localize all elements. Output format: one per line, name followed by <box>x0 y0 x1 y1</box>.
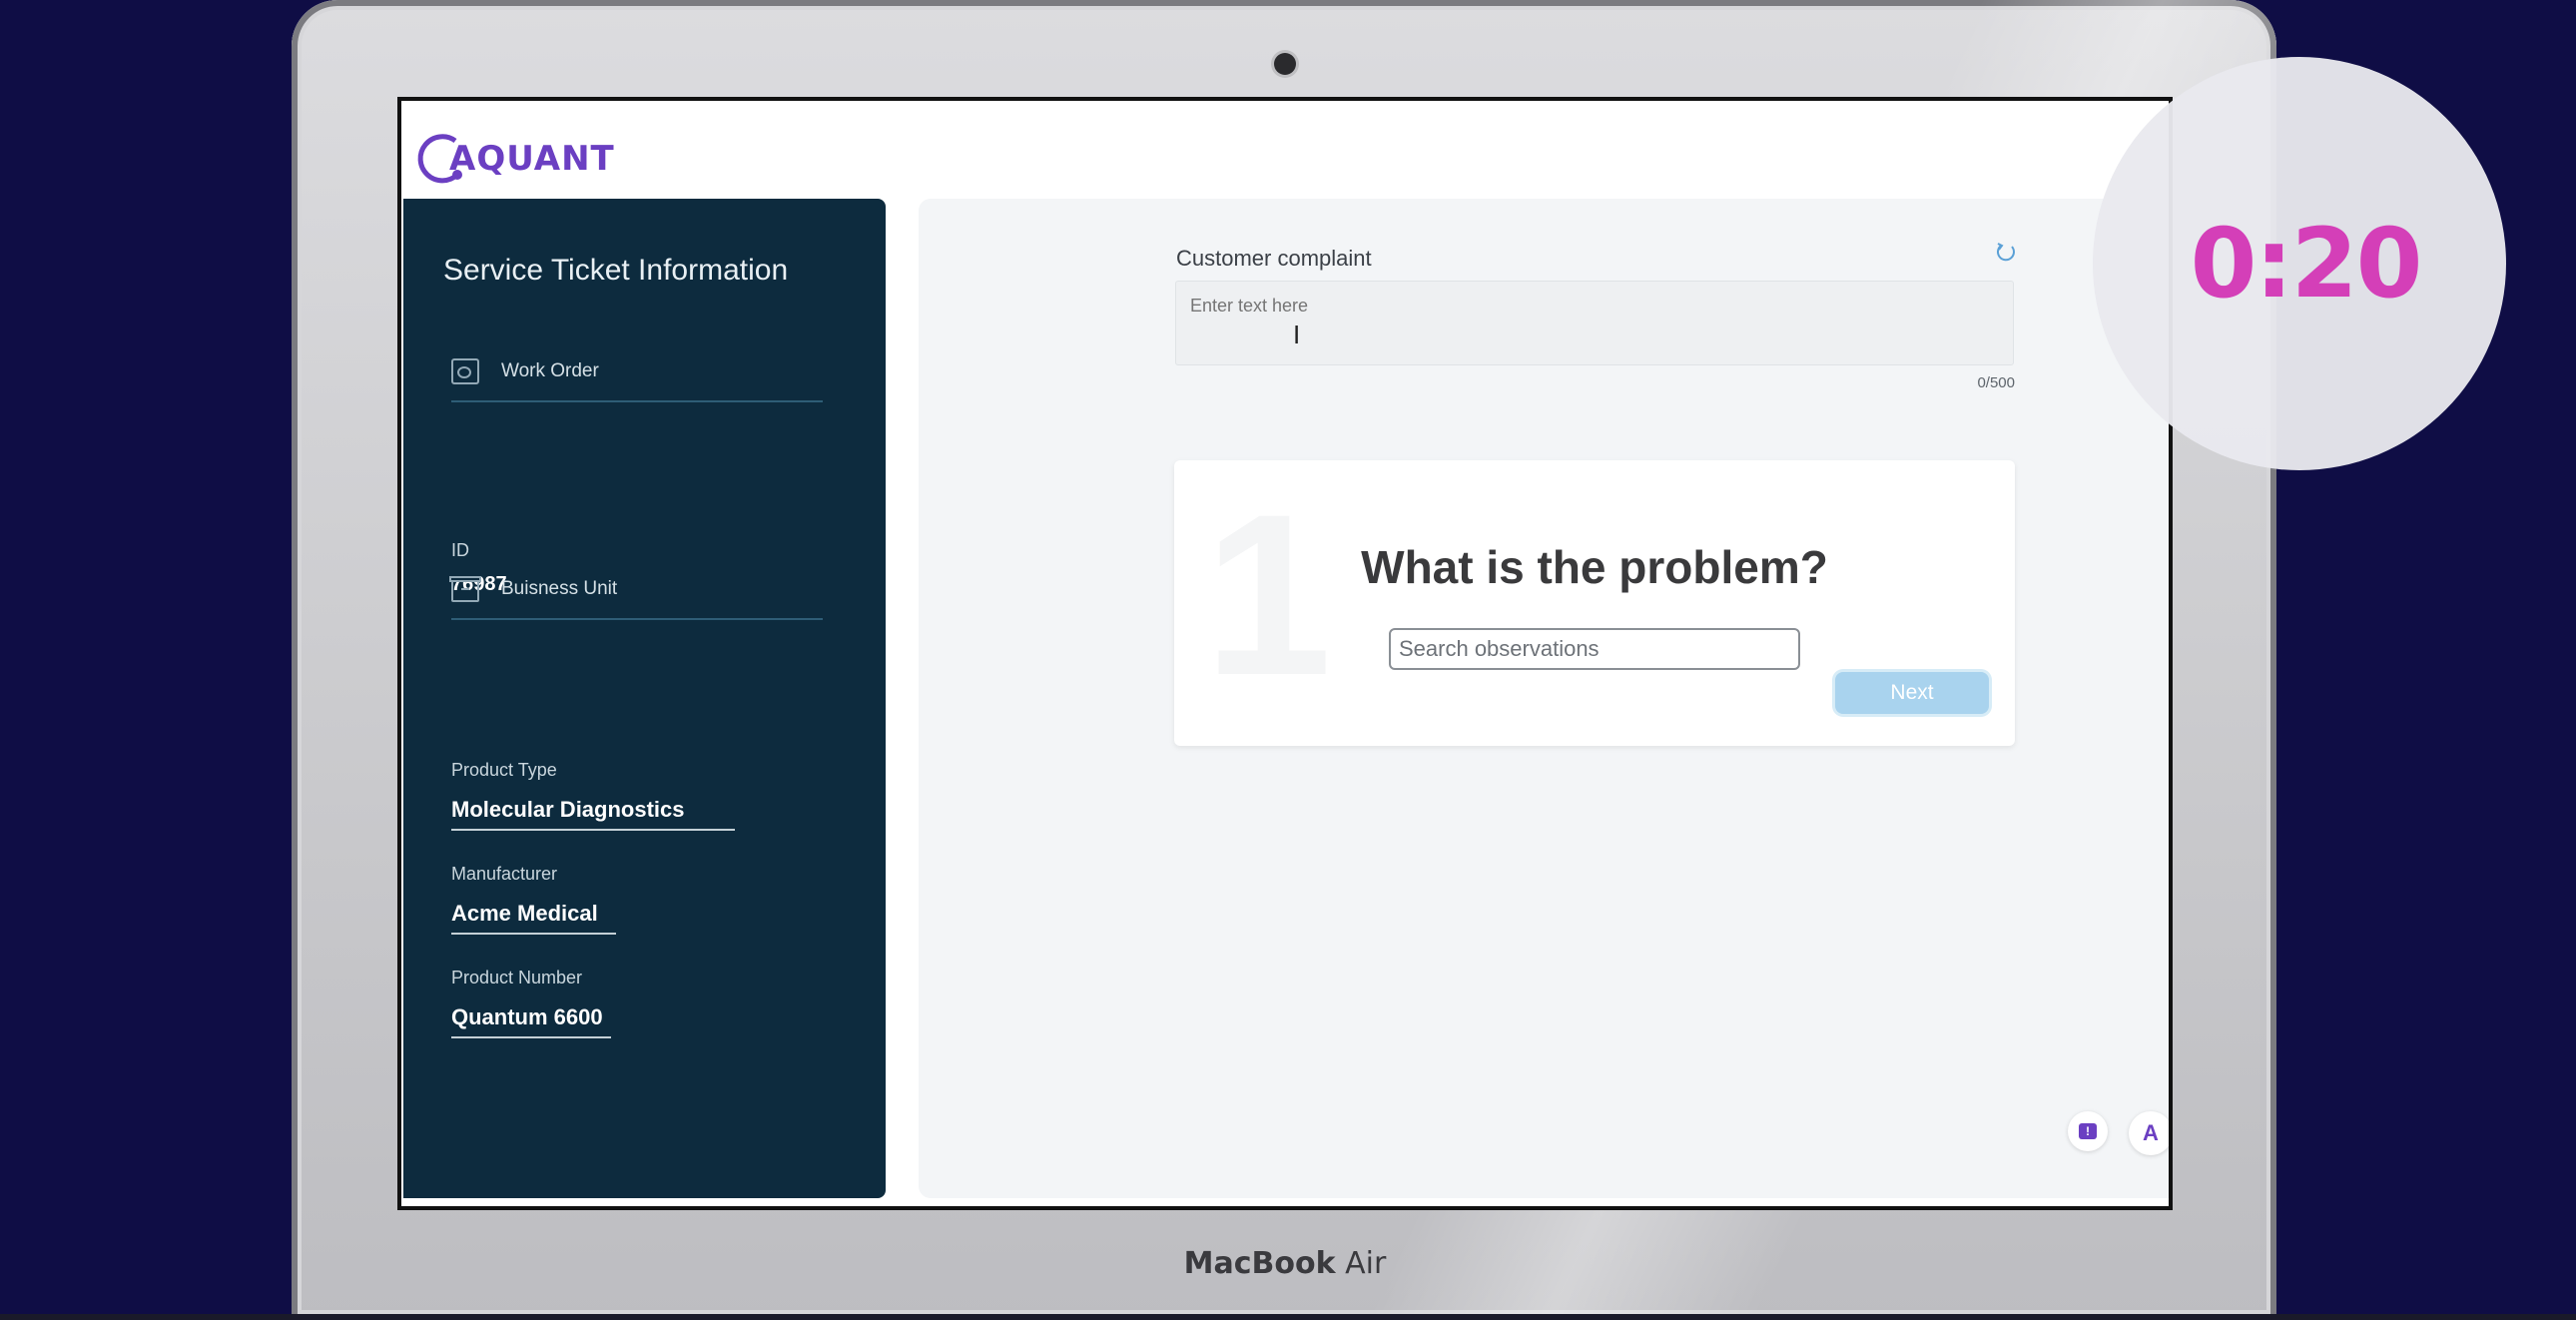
step-watermark: 1 <box>1204 466 1332 723</box>
bottom-strip <box>0 1314 2576 1320</box>
aquant-logo[interactable]: AQUANT <box>415 129 615 189</box>
customer-complaint-label: Customer complaint <box>1176 246 1372 271</box>
device-label-light: Air <box>1335 1246 1387 1281</box>
product-number-value[interactable]: Quantum 6600 <box>451 1004 611 1038</box>
chat-button[interactable]: ! <box>2068 1111 2108 1151</box>
search-observations-input[interactable] <box>1389 628 1800 670</box>
work-order-section[interactable]: Work Order <box>451 358 823 402</box>
work-order-label: Work Order <box>501 360 599 381</box>
next-button[interactable]: Next <box>1835 672 1989 714</box>
chat-icon: ! <box>2079 1123 2097 1139</box>
divider <box>451 618 823 620</box>
product-number-label: Product Number <box>451 968 583 988</box>
business-unit-section[interactable]: Buisness Unit <box>449 576 823 620</box>
divider <box>451 400 823 402</box>
manufacturer-value[interactable]: Acme Medical <box>451 901 616 935</box>
business-unit-label: Buisness Unit <box>501 578 618 599</box>
problem-title: What is the problem? <box>1361 541 1828 593</box>
archive-icon <box>449 576 481 602</box>
sidebar: Service Ticket Information Work Order ID… <box>403 199 886 1198</box>
sidebar-title: Service Ticket Information <box>443 254 789 287</box>
refresh-icon[interactable] <box>1995 241 2017 263</box>
id-label: ID <box>451 540 469 560</box>
product-type-field: Product Type Molecular Diagnostics <box>451 760 735 831</box>
app-screen: AQUANT Service Ticket Information Work O… <box>401 101 2169 1206</box>
timer-overlay: 0:20 <box>2093 57 2506 470</box>
camera-icon <box>1274 53 1296 75</box>
product-number-field: Product Number Quantum 6600 <box>451 968 611 1038</box>
device-label-bold: MacBook <box>1183 1246 1336 1281</box>
timer-value: 0:20 <box>2190 208 2423 320</box>
character-counter: 0/500 <box>1977 374 2015 391</box>
device-label: MacBook Air <box>1098 1246 1472 1281</box>
product-type-value[interactable]: Molecular Diagnostics <box>451 797 735 831</box>
logo-text: AQUANT <box>449 139 615 179</box>
product-type-label: Product Type <box>451 760 557 780</box>
problem-card: 1 What is the problem? Next <box>1174 460 2015 746</box>
aquant-assistant-button[interactable]: A <box>2129 1111 2169 1155</box>
manufacturer-field: Manufacturer Acme Medical <box>451 864 616 935</box>
work-order-icon <box>451 358 479 384</box>
customer-complaint-input[interactable] <box>1175 281 2014 365</box>
top-bar: AQUANT <box>401 101 2169 199</box>
manufacturer-label: Manufacturer <box>451 864 558 884</box>
text-cursor-icon: I <box>1293 320 1301 349</box>
